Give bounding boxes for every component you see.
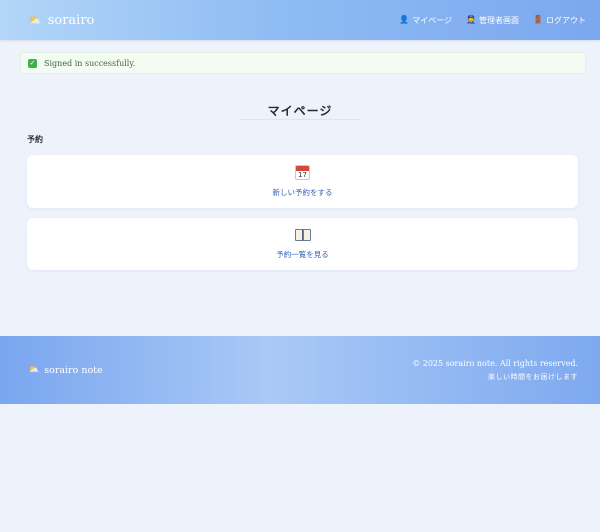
footer-brand-name: sorairo note [44,364,103,376]
admin-person-icon: 👮 [466,15,477,24]
footer-brand: ⛅ sorairo note [28,365,103,376]
nav-admin[interactable]: 👮 管理者画面 [466,15,519,26]
nav-logout[interactable]: 🚪 ログアウト [533,15,586,26]
brand-name: sorairo [47,12,95,28]
footer-tagline: 楽しい時間をお届けします [488,372,578,381]
reservation-list-card[interactable]: 予約一覧を見る [27,218,578,270]
section-label-reservation: 予約 [27,135,43,144]
person-icon: 👤 [399,15,410,24]
nav-admin-label: 管理者画面 [479,15,520,25]
reservation-list-link[interactable]: 予約一覧を見る [276,249,329,260]
main-nav: 👤 マイページ 👮 管理者画面 🚪 ログアウト [399,15,586,26]
new-reservation-link[interactable]: 新しい予約をする [273,187,333,198]
door-icon: 🚪 [533,15,543,24]
nav-logout-label: ログアウト [546,15,586,25]
page-title: マイページ [267,104,333,118]
book-icon [294,228,311,241]
footer-info: © 2025 sorairo note. All rights reserved… [412,359,578,382]
check-icon: ✓ [28,58,37,68]
flash-message: Signed in successfully. [44,58,136,68]
title-divider [240,119,360,120]
copyright-text: © 2025 sorairo note. All rights reserved… [412,358,578,368]
new-reservation-card[interactable]: 17 新しい予約をする [27,155,578,208]
site-footer: ⛅ sorairo note © 2025 sorairo note. All … [0,336,600,404]
sun-behind-cloud-icon: ⛅ [28,13,42,27]
flash-notice: ✓ Signed in successfully. [20,52,586,74]
sun-behind-cloud-icon: ⛅ [28,365,40,375]
nav-mypage-label: マイページ [412,15,453,25]
nav-mypage[interactable]: 👤 マイページ [399,15,452,26]
brand-link[interactable]: ⛅ sorairo [28,13,94,28]
calendar-icon: 17 [295,165,310,180]
site-header: ⛅ sorairo 👤 マイページ 👮 管理者画面 🚪 ログアウト [0,0,600,40]
